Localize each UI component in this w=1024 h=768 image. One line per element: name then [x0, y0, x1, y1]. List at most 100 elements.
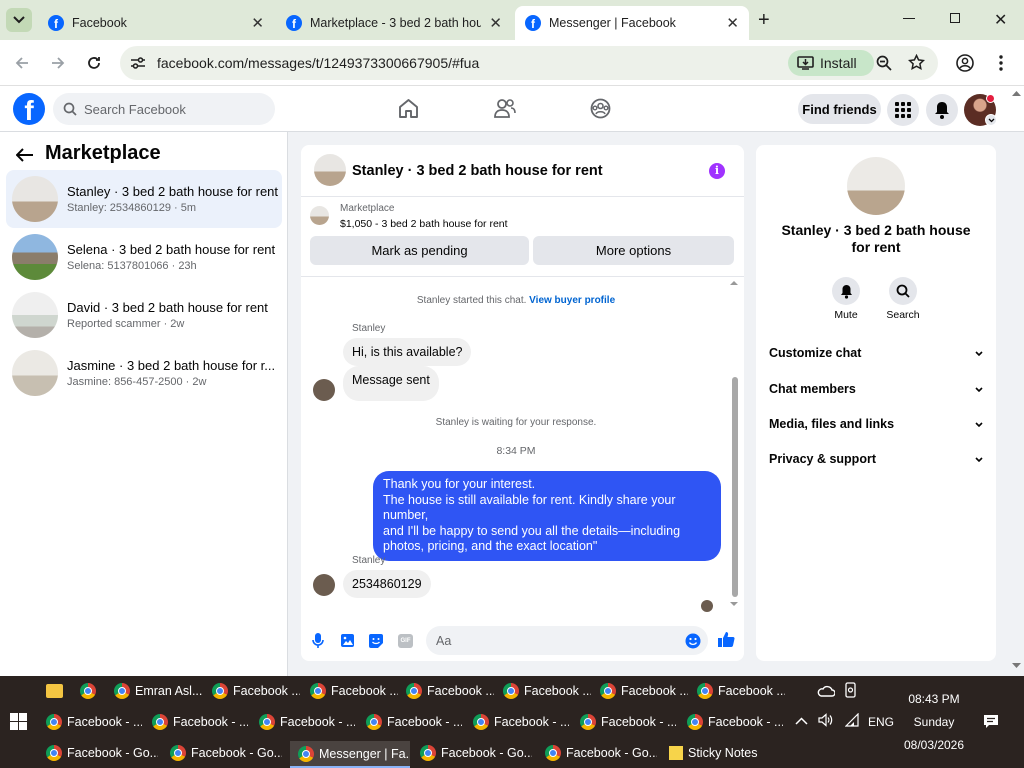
taskbar-window[interactable]: Facebook - Go...	[170, 741, 282, 765]
taskbar-window[interactable]: Facebook - ...	[366, 710, 462, 734]
conversation-item[interactable]: David · 3 bed 2 bath house for rent Repor…	[6, 286, 282, 344]
taskbar-window[interactable]: Facebook - Go...	[545, 741, 657, 765]
incoming-message[interactable]: 2534860129	[343, 570, 431, 598]
menu-button[interactable]	[887, 94, 919, 126]
notifications-button[interactable]	[926, 94, 958, 126]
taskbar-window[interactable]: Facebook ...	[503, 679, 591, 703]
volume-icon[interactable]	[818, 713, 833, 727]
more-options-button[interactable]: More options	[533, 236, 734, 265]
chrome-pinned-icon[interactable]	[80, 679, 96, 703]
taskbar-window[interactable]: Facebook ...	[697, 679, 785, 703]
conversation-item[interactable]: Stanley · 3 bed 2 bath house for rent Sta…	[6, 170, 282, 228]
taskbar-window[interactable]: Facebook ...	[406, 679, 494, 703]
facebook-logo-icon[interactable]: f	[13, 93, 45, 125]
language-indicator[interactable]: ENG	[868, 715, 894, 729]
taskbar-window-active[interactable]: Messenger | Fa...	[290, 741, 410, 768]
find-friends-button[interactable]: Find friends	[798, 94, 881, 124]
new-tab-button[interactable]: +	[758, 9, 770, 32]
scroll-down-icon[interactable]	[729, 601, 739, 608]
taskbar-window[interactable]: Facebook - ...	[580, 710, 676, 734]
reload-icon[interactable]	[86, 55, 102, 71]
windows-start-icon[interactable]	[10, 713, 27, 730]
message-input[interactable]: Aa	[426, 626, 708, 655]
minimize-button[interactable]	[903, 18, 915, 19]
thumbs-up-icon[interactable]	[717, 630, 735, 648]
photo-icon[interactable]	[340, 633, 355, 648]
page-scroll-up-icon[interactable]	[1012, 90, 1021, 96]
onedrive-icon[interactable]	[817, 684, 835, 697]
incoming-message[interactable]: Hi, is this available?	[343, 338, 472, 366]
chrome-icon	[545, 745, 561, 761]
close-tab-icon[interactable]: ✕	[726, 14, 739, 32]
taskbar-window[interactable]: Facebook - ...	[259, 710, 355, 734]
close-tab-icon[interactable]: ✕	[251, 14, 264, 32]
tab-facebook[interactable]: f Facebook ✕	[38, 6, 274, 40]
zoom-icon[interactable]	[876, 55, 892, 71]
conversation-item[interactable]: Jasmine · 3 bed 2 bath house for r... Jas…	[6, 344, 282, 402]
chat-members-row[interactable]: Chat members	[769, 382, 983, 396]
search-in-chat-button[interactable]	[889, 277, 917, 305]
chrome-icon	[80, 683, 96, 699]
taskbar-window[interactable]: Facebook - ...	[152, 710, 248, 734]
view-buyer-profile-link[interactable]: View buyer profile	[529, 295, 615, 306]
incoming-message[interactable]: Message sent	[343, 366, 439, 401]
tab-search-button[interactable]	[6, 8, 32, 32]
tab-messenger[interactable]: f Messenger | Facebook ✕	[515, 6, 749, 40]
taskbar-window[interactable]: Facebook ...	[600, 679, 688, 703]
media-files-links-row[interactable]: Media, files and links	[769, 417, 983, 431]
chat-avatar[interactable]	[314, 154, 346, 186]
back-arrow-icon[interactable]	[14, 55, 30, 71]
file-explorer-icon[interactable]	[46, 679, 63, 703]
customize-chat-row[interactable]: Customize chat	[769, 346, 983, 360]
show-hidden-icons-chevron[interactable]	[795, 717, 808, 725]
info-icon[interactable]: i	[709, 163, 725, 179]
close-tab-icon[interactable]: ✕	[489, 14, 502, 32]
bookmark-star-icon[interactable]	[908, 54, 925, 71]
outgoing-message[interactable]: Thank you for your interest. The house i…	[373, 471, 721, 561]
menu-dots-icon[interactable]	[998, 54, 1004, 72]
listing-title[interactable]: $1,050 - 3 bed 2 bath house for rent	[340, 218, 508, 230]
taskbar-window[interactable]: Facebook - ...	[687, 710, 783, 734]
site-settings-icon[interactable]	[130, 56, 146, 70]
microphone-icon[interactable]	[312, 633, 324, 649]
restore-button[interactable]	[950, 13, 960, 23]
conversation-item[interactable]: Selena · 3 bed 2 bath house for rent Sele…	[6, 228, 282, 286]
address-bar[interactable]: facebook.com/messages/t/1249373300667905…	[120, 46, 938, 80]
emoji-icon[interactable]	[685, 633, 701, 649]
groups-icon[interactable]	[590, 98, 611, 119]
home-icon[interactable]	[398, 98, 419, 119]
mute-button[interactable]	[832, 277, 860, 305]
notification-center-icon[interactable]	[983, 714, 999, 729]
chrome-icon	[697, 683, 713, 699]
scroll-up-icon[interactable]	[729, 279, 739, 286]
taskbar-window[interactable]: Facebook - Go...	[46, 741, 158, 765]
tab-marketplace[interactable]: f Marketplace - 3 bed 2 bath hou ✕	[276, 6, 512, 40]
account-chevron[interactable]	[985, 114, 997, 126]
scrollbar-thumb[interactable]	[732, 377, 738, 597]
profile-avatar[interactable]	[847, 157, 905, 215]
taskbar-window[interactable]: Facebook - ...	[473, 710, 569, 734]
taskbar-window[interactable]: Facebook ...	[310, 679, 398, 703]
device-icon[interactable]	[844, 682, 858, 698]
close-window-button[interactable]: ✕	[994, 10, 1007, 30]
taskbar-window[interactable]: Emran Asl...	[114, 679, 202, 703]
taskbar-window[interactable]: Facebook ...	[212, 679, 300, 703]
page-scroll-down-icon[interactable]	[1012, 663, 1021, 669]
install-app-button[interactable]: Install	[788, 50, 874, 76]
mark-as-pending-button[interactable]: Mark as pending	[310, 236, 529, 265]
friends-icon[interactable]	[494, 98, 516, 119]
sticker-icon[interactable]	[368, 633, 384, 649]
taskbar-window[interactable]: Facebook - ...	[46, 710, 142, 734]
privacy-support-row[interactable]: Privacy & support	[769, 452, 983, 466]
back-arrow-icon[interactable]	[16, 148, 34, 162]
wifi-icon[interactable]	[845, 713, 859, 727]
forward-arrow-icon[interactable]	[50, 55, 66, 71]
clock-time[interactable]: 08:43 PM	[896, 692, 972, 706]
taskbar-window[interactable]: Facebook - Go...	[420, 741, 532, 765]
profile-icon[interactable]	[956, 54, 974, 72]
taskbar-window[interactable]: Sticky Notes	[669, 741, 781, 765]
gif-icon[interactable]: GIF	[398, 634, 413, 648]
chat-title[interactable]: Stanley · 3 bed 2 bath house for rent	[352, 163, 603, 179]
chevron-down-icon	[975, 421, 983, 427]
facebook-search-input[interactable]: Search Facebook	[53, 93, 275, 125]
